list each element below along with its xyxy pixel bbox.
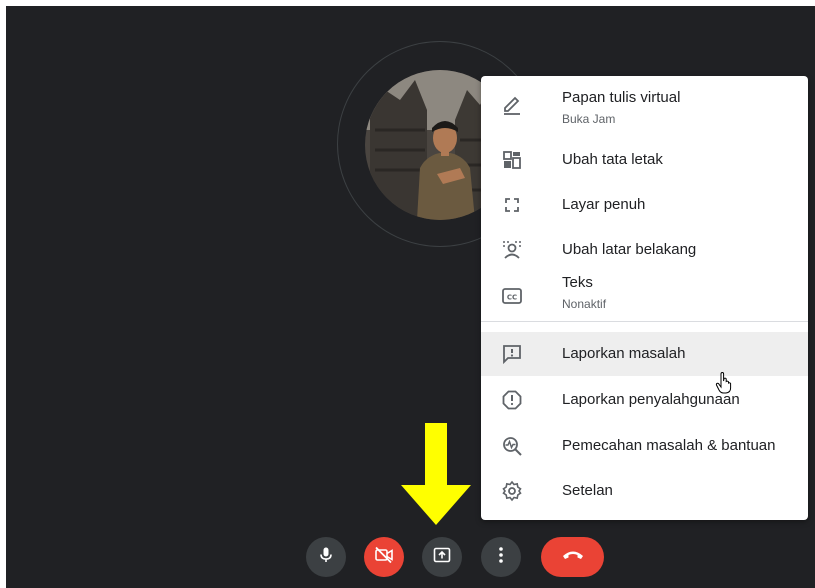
more-options-button[interactable] [481, 537, 521, 577]
meeting-stage: Papan tulis virtual Buka Jam Ubah tata l… [6, 6, 815, 588]
camera-toggle-button[interactable] [364, 537, 404, 577]
annotation-arrow-icon [401, 423, 471, 530]
menu-item-whiteboard[interactable]: Papan tulis virtual Buka Jam [481, 82, 808, 136]
menu-item-label: Laporkan masalah [562, 345, 686, 362]
menu-item-report-problem[interactable]: Laporkan masalah [481, 332, 808, 376]
menu-item-settings[interactable]: Setelan [481, 469, 808, 513]
menu-item-sublabel: Nonaktif [562, 297, 607, 311]
pencil-icon [501, 94, 523, 116]
layout-icon [501, 149, 523, 171]
microphone-button[interactable] [306, 537, 346, 577]
menu-item-report-abuse[interactable]: Laporkan penyalahgunaan [481, 378, 808, 422]
menu-item-captions[interactable]: CC Teks Nonaktif [481, 271, 808, 319]
menu-item-label: Pemecahan masalah & bantuan [562, 437, 776, 454]
leave-call-button[interactable] [541, 537, 604, 577]
menu-item-sublabel: Buka Jam [562, 112, 616, 126]
closed-caption-icon: CC [501, 285, 523, 307]
menu-item-troubleshooting[interactable]: Pemecahan masalah & bantuan [481, 424, 808, 468]
menu-item-fullscreen[interactable]: Layar penuh [481, 183, 808, 227]
hang-up-icon [561, 548, 585, 566]
report-problem-icon [501, 343, 523, 365]
background-blur-icon [501, 239, 523, 261]
troubleshoot-icon [501, 435, 523, 457]
menu-item-change-background[interactable]: Ubah latar belakang [481, 228, 808, 272]
fullscreen-icon [501, 194, 523, 216]
menu-item-label: Ubah latar belakang [562, 241, 697, 258]
menu-divider [481, 321, 808, 322]
menu-item-label: Setelan [562, 482, 613, 499]
menu-item-change-layout[interactable]: Ubah tata letak [481, 138, 808, 182]
menu-item-label: Papan tulis virtual [562, 89, 681, 106]
menu-item-label: Layar penuh [562, 196, 646, 213]
svg-text:CC: CC [507, 294, 517, 302]
menu-item-label: Laporkan penyalahgunaan [562, 391, 740, 408]
camera-off-icon [374, 546, 394, 569]
present-screen-icon [433, 546, 451, 569]
menu-item-label: Teks [562, 274, 593, 291]
mic-icon [317, 546, 335, 569]
hand-cursor-icon [715, 371, 733, 399]
more-options-menu: Papan tulis virtual Buka Jam Ubah tata l… [481, 76, 808, 520]
menu-item-label: Ubah tata letak [562, 151, 663, 168]
more-vert-icon [498, 546, 504, 569]
present-screen-button[interactable] [422, 537, 462, 577]
settings-icon [501, 480, 523, 502]
report-abuse-icon [501, 389, 523, 411]
